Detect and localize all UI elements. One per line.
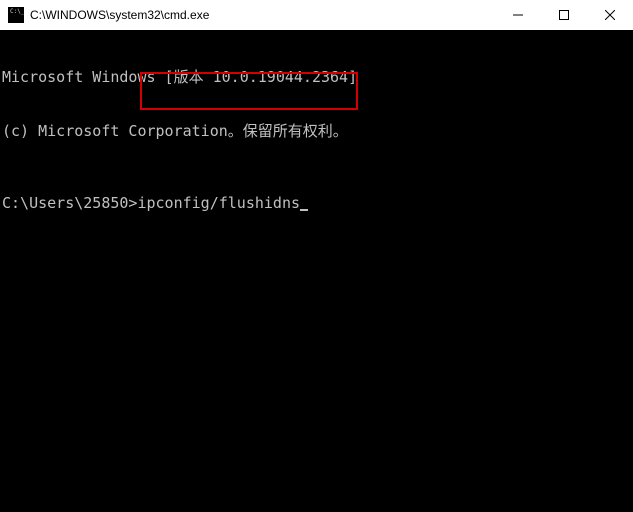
terminal-prompt: C:\Users\25850> [2,194,137,212]
maximize-button[interactable] [541,0,587,30]
minimize-button[interactable] [495,0,541,30]
cmd-icon [8,7,24,23]
terminal-prompt-line: C:\Users\25850>ipconfig/flushidns [2,194,631,212]
window-title: C:\WINDOWS\system32\cmd.exe [30,8,495,22]
close-button[interactable] [587,0,633,30]
terminal-area[interactable]: Microsoft Windows [版本 10.0.19044.2364] (… [0,30,633,512]
close-icon [605,10,615,20]
minimize-icon [513,10,523,20]
terminal-cursor [300,209,308,211]
maximize-icon [559,10,569,20]
terminal-command: ipconfig/flushidns [137,194,300,212]
cmd-window: C:\WINDOWS\system32\cmd.exe Microsoft Wi… [0,0,633,512]
terminal-line-version: Microsoft Windows [版本 10.0.19044.2364] [2,68,631,86]
titlebar[interactable]: C:\WINDOWS\system32\cmd.exe [0,0,633,30]
window-controls [495,0,633,30]
terminal-line-copyright: (c) Microsoft Corporation。保留所有权利。 [2,122,631,140]
